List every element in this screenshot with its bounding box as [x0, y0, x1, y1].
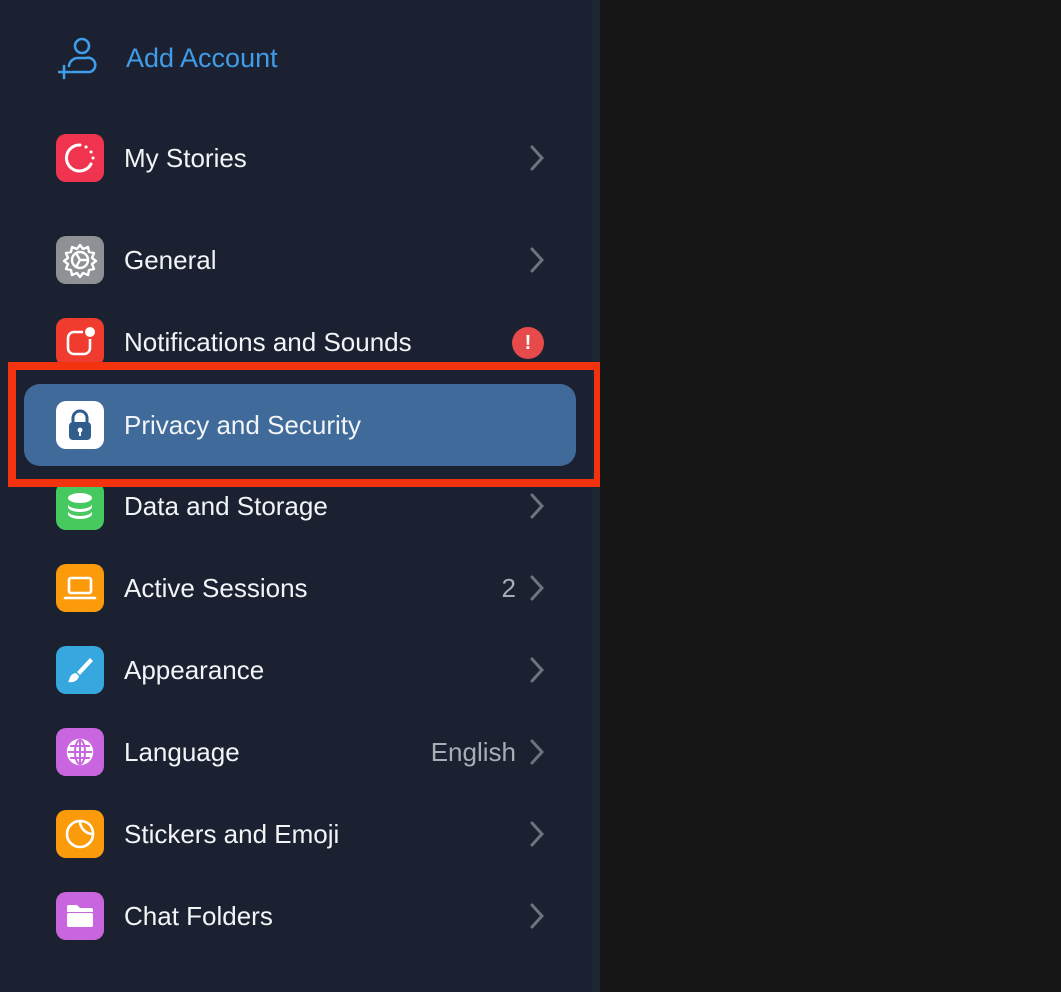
sessions-count: 2 [501, 572, 516, 603]
add-account-label: Add Account [126, 42, 278, 73]
settings-item-my-stories[interactable]: My Stories [24, 117, 576, 199]
item-label: Data and Storage [124, 490, 328, 521]
settings-sidebar: Add Account My Stories General Notificat… [0, 0, 602, 992]
settings-item-general[interactable]: General [24, 219, 576, 301]
chevron-right-icon [530, 247, 544, 273]
settings-item-language[interactable]: Language English [24, 711, 576, 793]
add-account-button[interactable]: Add Account [56, 36, 278, 80]
stories-icon [56, 134, 104, 182]
item-label: Language [124, 736, 240, 767]
chevron-right-icon [530, 657, 544, 683]
gear-icon [56, 236, 104, 284]
settings-item-active-sessions[interactable]: Active Sessions 2 [24, 547, 576, 629]
chevron-right-icon [530, 575, 544, 601]
add-user-icon [56, 36, 100, 80]
item-label: Notifications and Sounds [124, 326, 412, 357]
settings-item-appearance[interactable]: Appearance [24, 629, 576, 711]
chevron-right-icon [530, 903, 544, 929]
laptop-icon [56, 564, 104, 612]
chevron-right-icon [530, 145, 544, 171]
language-value: English [430, 736, 516, 767]
alert-badge: ! [512, 327, 544, 359]
notification-icon [56, 318, 104, 366]
chevron-right-icon [530, 493, 544, 519]
settings-item-notifications[interactable]: Notifications and Sounds ! [24, 301, 576, 383]
item-label: Chat Folders [124, 900, 273, 931]
item-label: Stickers and Emoji [124, 818, 340, 849]
chevron-right-icon [530, 821, 544, 847]
settings-item-data-storage[interactable]: Data and Storage [24, 465, 576, 547]
item-label: General [124, 244, 217, 275]
item-label: My Stories [124, 142, 247, 173]
lock-icon [56, 401, 104, 449]
item-label: Appearance [124, 654, 265, 685]
database-icon [56, 482, 104, 530]
settings-item-privacy-security[interactable]: Privacy and Security [24, 384, 576, 466]
settings-item-stickers-emoji[interactable]: Stickers and Emoji [24, 793, 576, 875]
settings-item-chat-folders[interactable]: Chat Folders [24, 875, 576, 957]
item-label: Active Sessions [124, 572, 308, 603]
detail-pane [600, 0, 1061, 992]
chevron-right-icon [530, 739, 544, 765]
folder-icon [56, 892, 104, 940]
globe-icon [56, 728, 104, 776]
item-label: Privacy and Security [124, 409, 361, 440]
brush-icon [56, 646, 104, 694]
sticker-icon [56, 810, 104, 858]
